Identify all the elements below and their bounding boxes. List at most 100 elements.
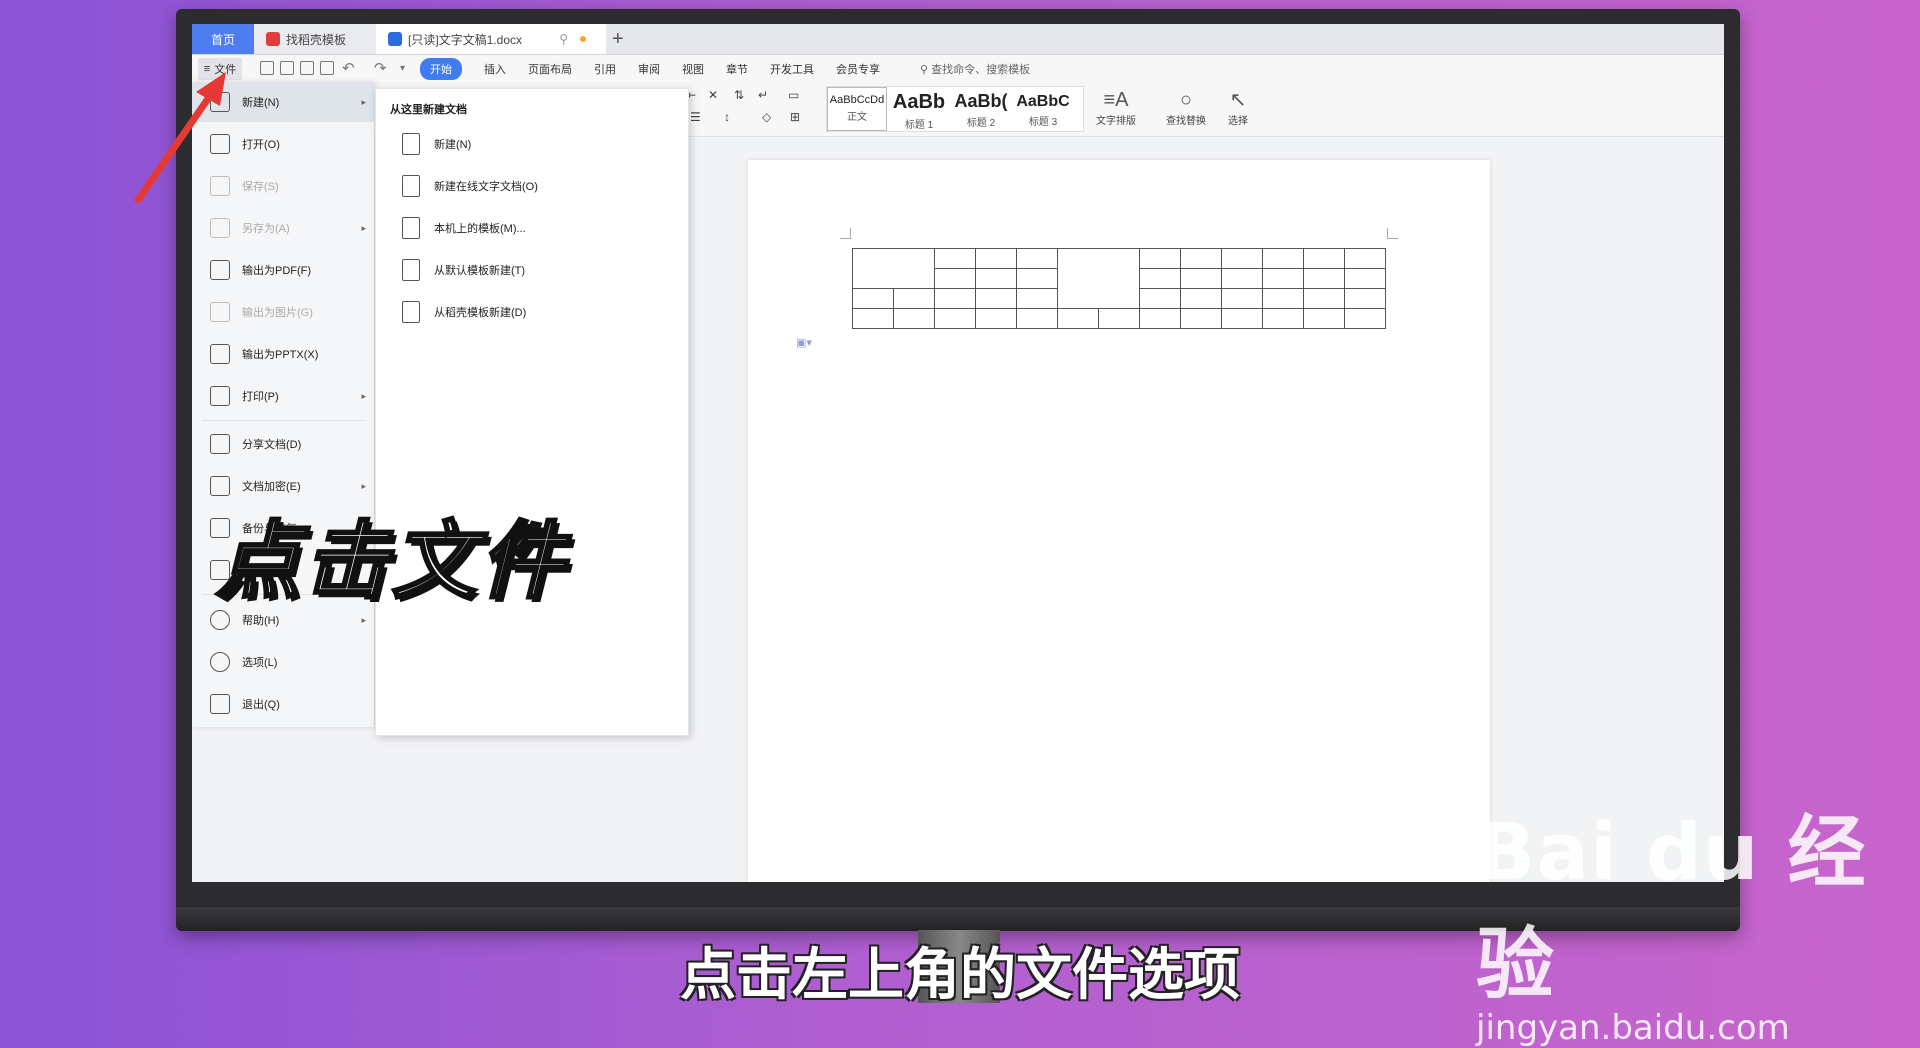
search-icon: ⚲ (920, 64, 932, 76)
magnifier-icon: ○ (1179, 89, 1193, 111)
video-subtitle: 点击左上角的文件选项 (680, 943, 1240, 1006)
tab-template-label: 找稻壳模板 (286, 32, 347, 47)
file-menu-export-pptx-label: 输出为PPTX(X) (242, 349, 319, 361)
print-icon (210, 386, 230, 406)
style-gallery: AaBbCcDd 正文 AaBb 标题 1 AaBb( 标题 2 AaBbC 标… (826, 86, 1084, 132)
file-menu-print[interactable]: 打印(P) ▸ (192, 376, 374, 416)
text-layout-button[interactable]: ≡A 文字排版 (1096, 88, 1136, 127)
pptx-icon (210, 344, 230, 364)
overlay-caption: 点击文件 (214, 511, 569, 612)
find-replace-label: 查找替换 (1166, 116, 1206, 127)
tab-references[interactable]: 引用 (594, 61, 616, 77)
print-icon[interactable] (300, 61, 314, 75)
submenu-new[interactable]: 新建(N) (402, 129, 471, 159)
tab-start[interactable]: 开始 (420, 58, 462, 80)
chevron-right-icon: ▸ (361, 222, 366, 233)
share-icon (210, 434, 230, 454)
style-heading-3[interactable]: AaBbC 标题 3 (1013, 87, 1073, 131)
submenu-default-template-label: 从默认模板新建(T) (434, 265, 526, 277)
chevron-down-icon[interactable]: ▾ (400, 63, 405, 74)
menu-divider (202, 420, 364, 421)
tab-developer[interactable]: 开发工具 (770, 61, 814, 77)
select-button[interactable]: ↖ 选择 (1228, 88, 1248, 127)
tab-review[interactable]: 审阅 (638, 61, 660, 77)
tab-chapter[interactable]: 章节 (726, 61, 748, 77)
local-template-icon (402, 217, 420, 239)
shading-icon[interactable]: ◇ (762, 110, 771, 124)
document-table[interactable] (852, 248, 1386, 329)
margin-corner (840, 228, 851, 239)
borders-icon[interactable]: ⊞ (790, 110, 800, 124)
tab-insert[interactable]: 插入 (484, 61, 506, 77)
print-preview-icon[interactable] (320, 61, 334, 75)
pin-icon[interactable]: ⚲ (559, 32, 568, 46)
tab-document-label: [只读]文字文稿1.docx (408, 32, 523, 47)
style-heading-2[interactable]: AaBb( 标题 2 (951, 87, 1011, 131)
file-menu-save-as[interactable]: 另存为(A) ▸ (192, 208, 374, 248)
writer-doc-icon (388, 32, 402, 46)
sort-icon[interactable]: ⇅ (734, 88, 744, 102)
chevron-right-icon: ▸ (361, 614, 366, 625)
document-page[interactable]: ▣▾ (748, 160, 1490, 882)
line-spacing-icon[interactable]: ↕ (724, 110, 730, 124)
add-tab-button[interactable]: + (612, 24, 624, 54)
file-menu-save-label: 保存(S) (242, 181, 279, 193)
save-icon[interactable] (260, 61, 274, 75)
tab-template[interactable]: 找稻壳模板 (254, 24, 377, 54)
tab-view[interactable]: 视图 (682, 61, 704, 77)
new-submenu: 从这里新建文档 新建(N) 新建在线文字文档(O) 本机上的模板(M)... 从… (375, 88, 689, 736)
submenu-new-label: 新建(N) (434, 139, 472, 151)
show-marks-icon[interactable]: ↵ (758, 88, 768, 102)
exit-icon (210, 694, 230, 714)
file-menu-export-pptx[interactable]: 输出为PPTX(X) (192, 334, 374, 374)
submenu-docer-template[interactable]: 从稻壳模板新建(D) (402, 297, 526, 327)
submenu-new-online-label: 新建在线文字文档(O) (434, 181, 538, 193)
docer-icon (266, 32, 280, 46)
text-layout-icon: ≡A (1103, 89, 1129, 111)
style-normal[interactable]: AaBbCcDd 正文 (827, 87, 887, 131)
submenu-new-online[interactable]: 新建在线文字文档(O) (402, 171, 538, 201)
chevron-right-icon: ▸ (361, 480, 366, 491)
tab-document[interactable]: [只读]文字文稿1.docx ⚲ (376, 24, 606, 54)
style-label: 标题 3 (1028, 117, 1058, 128)
find-replace-button[interactable]: ○ 查找替换 (1166, 88, 1206, 127)
style-preview: AaBbC (1016, 93, 1070, 110)
search-placeholder: 查找命令、搜索模板 (931, 64, 1031, 76)
text-layout-label: 文字排版 (1096, 116, 1136, 127)
redo-icon[interactable]: ↷ (374, 59, 387, 77)
menu-tabs: 开始 插入 页面布局 引用 审阅 视图 章节 开发工具 会员专享 (420, 58, 902, 80)
tab-page-layout[interactable]: 页面布局 (528, 61, 572, 77)
file-menu-exit-label: 退出(Q) (242, 699, 280, 711)
style-label: 标题 1 (904, 120, 934, 131)
file-menu-print-label: 打印(P) (242, 391, 279, 403)
tab-home[interactable]: 首页 (192, 24, 254, 54)
file-menu-export-pdf-label: 输出为PDF(F) (242, 265, 312, 277)
submenu-local-template-label: 本机上的模板(M)... (434, 223, 526, 235)
command-search[interactable]: ⚲ 查找命令、搜索模板 (920, 61, 1030, 77)
file-menu-exit[interactable]: 退出(Q) (192, 684, 374, 724)
export-icon[interactable] (280, 61, 294, 75)
submenu-default-template[interactable]: 从默认模板新建(T) (402, 255, 525, 285)
undo-icon[interactable]: ↶ (342, 59, 355, 77)
save-as-icon (210, 218, 230, 238)
file-menu-encrypt-label: 文档加密(E) (242, 481, 301, 493)
align-distributed-icon[interactable]: ☰ (690, 110, 701, 124)
submenu-local-template[interactable]: 本机上的模板(M)... (402, 213, 526, 243)
style-heading-1[interactable]: AaBb 标题 1 (889, 87, 949, 131)
red-arrow-icon (134, 72, 226, 204)
tab-bar: 首页 找稻壳模板 [只读]文字文稿1.docx ⚲ + (192, 24, 1724, 55)
watermark-url: jingyan.baidu.com (1476, 1008, 1790, 1048)
new-doc-icon (402, 133, 420, 155)
file-menu-export-image[interactable]: 输出为图片(G) (192, 292, 374, 332)
file-menu-export-pdf[interactable]: 输出为PDF(F) (192, 250, 374, 290)
tab-member[interactable]: 会员专享 (836, 61, 880, 77)
quick-toolbar: ≡ 文件 ↶ ↷ ▾ 开始 插入 页面布局 引用 审阅 视图 章节 开发工具 会… (192, 55, 1724, 83)
file-menu-share[interactable]: 分享文档(D) (192, 424, 374, 464)
tabs-icon[interactable]: ▭ (788, 88, 799, 102)
clear-format-icon[interactable]: ✕ (708, 88, 718, 102)
file-menu-options[interactable]: 选项(L) (192, 642, 374, 682)
docer-template-icon (402, 301, 420, 323)
select-label: 选择 (1228, 116, 1248, 127)
paragraph-handle-icon[interactable]: ▣▾ (796, 336, 812, 349)
file-menu-open-label: 打开(O) (242, 139, 280, 151)
